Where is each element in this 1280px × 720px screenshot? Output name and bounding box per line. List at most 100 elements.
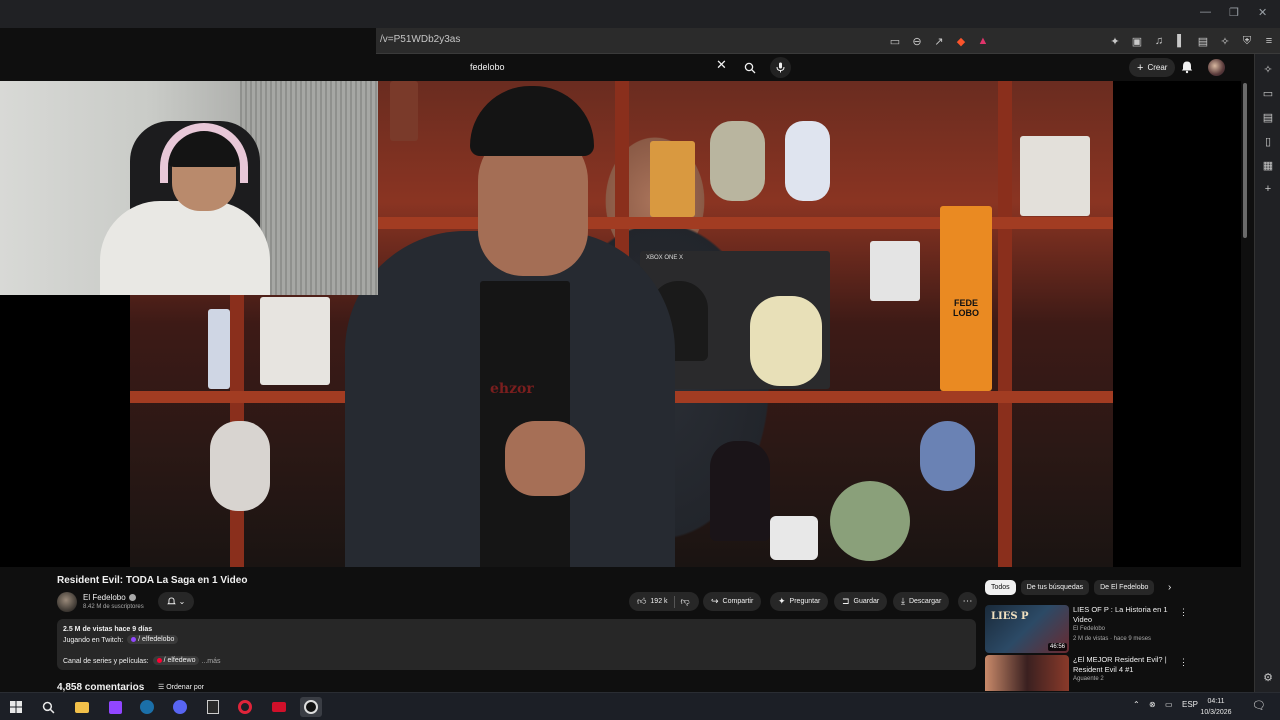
scrollbar-thumb[interactable] [1243, 83, 1247, 238]
brave-rewards-icon[interactable]: ▲ [972, 31, 994, 51]
sidebar-toggle-icon[interactable]: ▌ [1170, 31, 1192, 51]
url-text[interactable]: /v=P51WDb2y3as [380, 34, 460, 45]
music-icon[interactable]: ♫ [1148, 31, 1170, 51]
screenshot-icon[interactable]: ▣ [1126, 31, 1148, 51]
video-thumbnail[interactable] [985, 655, 1069, 691]
like-dislike-group: 👍︎ 192 k 👎︎ [629, 592, 699, 611]
minimize-icon[interactable]: — [1200, 6, 1211, 18]
search-input[interactable]: fedelobo [464, 57, 734, 78]
view-stats: 2.5 M de vistas hace 9 días [63, 626, 153, 633]
chip-from-channel[interactable]: De El Fedelobo [1094, 580, 1155, 595]
clear-search-icon[interactable]: ✕ [716, 57, 727, 73]
voice-search-button[interactable] [770, 57, 791, 78]
system-clock[interactable]: 04:11 10/3/2026 [1196, 696, 1236, 718]
reading-list-sidebar-icon[interactable]: ▦ [1260, 158, 1276, 172]
account-avatar[interactable] [1208, 59, 1225, 76]
wallet-sidebar-icon[interactable]: ▤ [1260, 110, 1276, 124]
chevron-right-icon[interactable]: › [1168, 582, 1171, 593]
more-actions-button[interactable]: ⋯ [958, 592, 977, 611]
extensions-icon[interactable]: ✦ [1104, 31, 1126, 51]
search-input-value[interactable]: fedelobo [470, 62, 505, 72]
zoom-icon[interactable]: ⊖ [906, 31, 928, 51]
series-link[interactable]: / elfedewo [152, 656, 200, 665]
kebab-menu-icon[interactable]: ⋮ [1179, 607, 1188, 618]
shirt-print: ehzor [490, 381, 534, 397]
thumbs-down-icon[interactable]: 👎︎ [681, 596, 690, 607]
notifications-bell-icon[interactable] [1180, 60, 1194, 74]
show-more-link[interactable]: ...más [201, 658, 220, 665]
discord-icon[interactable] [169, 697, 191, 717]
page-scrollbar[interactable] [1241, 81, 1249, 691]
reader-mode-icon[interactable]: ▭ [884, 31, 906, 51]
search-button[interactable] [739, 57, 761, 78]
recommended-channel[interactable]: El Fedelobo [1073, 626, 1105, 632]
display-icon[interactable]: ▭ [1165, 700, 1173, 709]
description-box[interactable]: 2.5 M de vistas hace 9 días Jugando en T… [57, 619, 976, 670]
recommended-channel[interactable]: Aguaente 2 [1073, 676, 1104, 682]
address-bar-spacer [994, 31, 1104, 51]
series-prefix: Canal de series y películas: [63, 658, 149, 665]
sidebar-settings-gear-icon[interactable]: ⚙ [1260, 670, 1276, 684]
share-button[interactable]: ↪ Compartir [703, 592, 762, 611]
create-button[interactable]: + Crear [1129, 58, 1176, 77]
twitch-app-icon[interactable] [104, 697, 126, 717]
video-thumbnail[interactable]: LIES P 46:56 [985, 605, 1069, 653]
add-sidebar-item-icon[interactable]: + [1260, 182, 1276, 196]
recommended-title[interactable]: ¿El MEJOR Resident Evil? | Resident Evil… [1073, 655, 1179, 675]
video-player[interactable]: XBOX ONE X FEDE LOBO ehzor [0, 81, 1241, 567]
ask-button[interactable]: ✦ Preguntar [770, 592, 829, 611]
close-window-icon[interactable]: ✕ [1258, 6, 1267, 19]
wallet-icon[interactable]: ▤ [1192, 31, 1214, 51]
twitch-link[interactable]: / elfedelobo [127, 635, 179, 644]
channel-avatar[interactable] [57, 592, 77, 612]
search-taskbar-icon[interactable] [37, 697, 59, 717]
epic-games-icon[interactable] [202, 697, 224, 717]
tray-overflow-icon[interactable]: ⌃ [1133, 700, 1140, 709]
opera-gx-icon[interactable] [234, 697, 256, 717]
chip-all[interactable]: Todos [985, 580, 1016, 595]
subscribed-notifications-button[interactable]: ⌄ [158, 592, 194, 611]
crash-plush [920, 421, 975, 491]
share-label: Compartir [722, 598, 754, 605]
address-bar[interactable]: /v=P51WDb2y3as ▭ ⊖ ↗ ◆ ▲ ✦ ▣ ♫ ▌ ▤ ✧ ⛨ ≡ [376, 28, 1280, 54]
browser-sidebar: ✧ ▭ ▤ ▯ ▦ + ⚙ [1254, 54, 1280, 692]
chip-from-searches[interactable]: De tus búsquedas [1020, 580, 1090, 595]
ask-label: Preguntar [789, 598, 821, 605]
sort-comments-button[interactable]: ☰ Ordenar por [158, 683, 204, 691]
steam-icon[interactable] [136, 697, 158, 717]
xbox-label: XBOX ONE X [646, 255, 684, 261]
windows-start-icon[interactable] [5, 697, 27, 717]
like-count: 192 k [650, 598, 668, 605]
restore-icon[interactable]: ❐ [1229, 6, 1239, 19]
plush-toy [750, 296, 822, 386]
host-hair [470, 86, 594, 156]
download-button[interactable]: ⤓ Descargar [893, 592, 950, 611]
obs-studio-icon[interactable] [300, 697, 322, 717]
tabs-sidebar-icon[interactable]: ▭ [1260, 86, 1276, 100]
notification-center-icon[interactable]: 🗨︎ [1252, 699, 1266, 712]
recommended-title[interactable]: LIES OF P : La Historia en 1 Video [1073, 605, 1179, 625]
menu-icon[interactable]: ≡ [1258, 31, 1280, 51]
recommended-video[interactable]: LIES P 46:56 LIES OF P : La Historia en … [985, 605, 1235, 653]
leo-ai-sidebar-icon[interactable]: ✧ [1260, 62, 1276, 76]
media-app-icon[interactable] [268, 697, 290, 717]
twitch-line: Jugando en Twitch: / elfedelobo [63, 635, 179, 644]
share-icon[interactable]: ↗ [928, 31, 950, 51]
chevron-down-icon: ⌄ [178, 597, 186, 606]
file-explorer-icon[interactable] [71, 697, 93, 717]
vpn-icon[interactable]: ⛨ [1236, 31, 1258, 51]
network-icon[interactable]: ⊗ [1149, 700, 1156, 709]
mug [770, 516, 818, 560]
channel-name-row[interactable]: El Fedelobo [83, 593, 136, 602]
channel-name[interactable]: El Fedelobo [83, 593, 126, 602]
recommended-video[interactable]: ¿El MEJOR Resident Evil? | Resident Evil… [985, 655, 1235, 691]
leo-ai-icon[interactable]: ✧ [1214, 31, 1236, 51]
bookmarks-sidebar-icon[interactable]: ▯ [1260, 134, 1276, 148]
like-button[interactable]: 👍︎ 192 k [637, 596, 668, 607]
series-line: Canal de series y películas: / elfedewo … [63, 656, 221, 665]
thumbnail-title: LIES P [991, 611, 1029, 622]
save-label: Guardar [853, 598, 880, 605]
kebab-menu-icon[interactable]: ⋮ [1179, 657, 1188, 668]
save-button[interactable]: ⊐ Guardar [834, 592, 888, 611]
brave-shields-icon[interactable]: ◆ [950, 31, 972, 51]
